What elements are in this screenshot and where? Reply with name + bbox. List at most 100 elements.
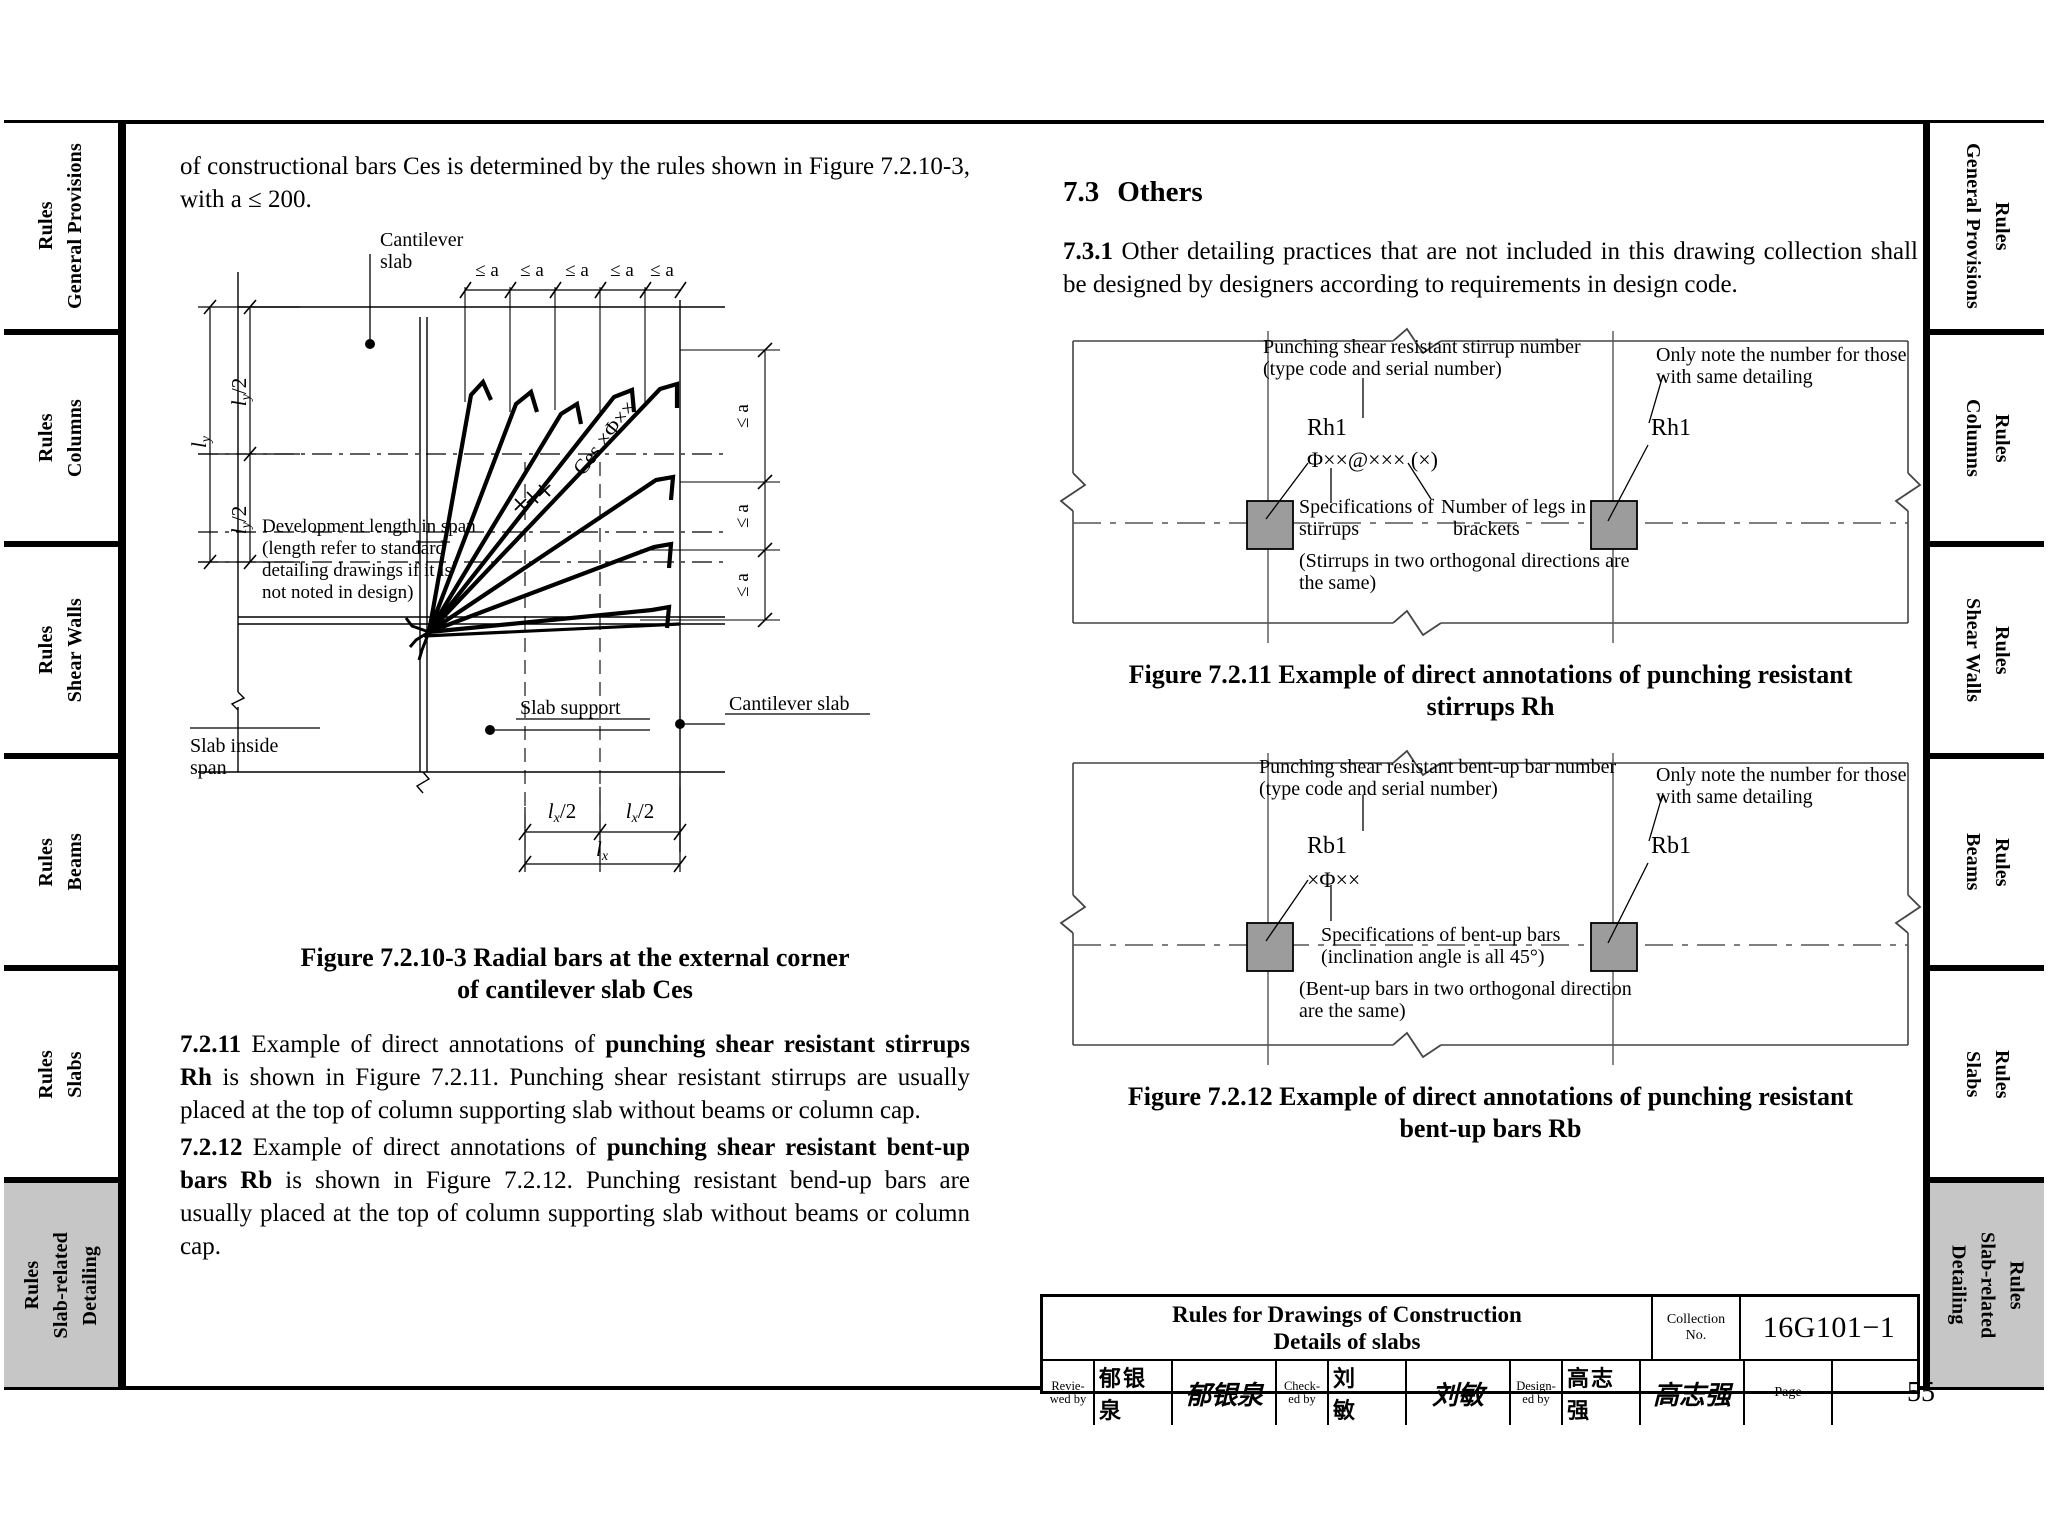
sidebar-item-columns-right[interactable]: Rules Columns [1926,332,2044,544]
dim-right-a-1: ≤ a [732,404,753,428]
checked-by-signature: 刘敏 [1407,1361,1511,1425]
note-top-line1: Punching shear resistant bent-up bar num… [1259,756,1616,778]
mark-right-rh1: Rh1 [1651,415,1691,441]
mark-left-rb1: Rb1 [1307,833,1347,859]
legs-label-line1: Number of legs in [1441,496,1586,518]
spec-label-line2: stirrups [1299,518,1359,540]
label-slab-inside-span-l2: span [190,757,227,779]
note-top-line1: Punching shear resistant stirrup number [1263,336,1581,358]
sidebar-item-general-provisions[interactable]: Rules General Provisions [4,120,122,332]
dim-le-a-5: ≤ a [650,260,674,281]
label-development-l3: detailing drawings if it is [262,560,452,581]
label-cantilever-slab-top-line2: slab [380,251,412,273]
note-right-line2: with same detailing [1656,786,1813,808]
leader-dot-cantilever-top [365,339,375,349]
spec-code: Φ××@××× (×) [1307,447,1438,472]
reviewed-by-name: 郁银泉 [1095,1361,1173,1425]
checked-by-label: Check- ed by [1277,1361,1329,1425]
title-block-signature-row: Revie- wed by 郁银泉 郁银泉 Check- ed by 刘 敏 刘… [1043,1361,1935,1425]
note-top-line2: (type code and serial number) [1263,358,1502,380]
sidebar-item-shear-walls[interactable]: Rules Shear Walls [4,544,122,756]
column-block-left [1246,922,1294,972]
paren-note-line2: are the same) [1299,1000,1406,1022]
collection-no-label: Collection No. [1653,1297,1741,1359]
spec-label-line2: (inclination angle is all 45°) [1321,946,1545,968]
leader-dot-cantilever-right [675,719,685,729]
figure-7-2-11-drawing: Punching shear resistant stirrup number … [1059,323,1922,653]
collection-no-value: 16G101−1 [1762,1311,1896,1344]
column-block-left [1246,500,1294,550]
tab-label: Rules Columns [1962,398,2013,478]
label-development-l2: (length refer to standard [262,538,446,559]
label-development-l1: Development length in span [262,516,476,537]
dim-lx-half-right: lx/2 [626,799,654,826]
dim-right-a-3: ≤ a [732,573,753,597]
label-slab-support: Slab support [520,697,621,719]
sidebar-item-slabs-right[interactable]: Rules Slabs [1926,968,2044,1180]
sidebar-item-slab-related-detailing[interactable]: Rules Slab-related Detailing [4,1180,122,1390]
sidebar-item-slabs[interactable]: Rules Slabs [4,968,122,1180]
paren-note-line2: the same) [1299,572,1376,594]
tab-label: Rules Slab-related Detailing [20,1231,101,1339]
sidebar-item-general-provisions-right[interactable]: Rules General Provisions [1926,120,2044,332]
right-tab-column: Rules General Provisions Rules Columns R… [1926,120,2044,1390]
tab-label: Rules Slabs [35,1049,86,1099]
tab-label: Rules General Provisions [35,142,86,309]
document-page: Rules General Provisions Rules Columns R… [0,0,2048,1518]
dim-le-a-2: ≤ a [520,260,544,281]
drawing-title: Rules for Drawings of Construction Detai… [1043,1297,1653,1359]
clause-7-2-12: 7.2.12 Example of direct annotations of … [180,1134,971,1260]
label-slab-inside-span-l1: Slab inside [190,735,278,757]
dim-le-a-3: ≤ a [565,260,589,281]
tab-label: Rules Columns [35,398,86,478]
left-text-column: of constructional bars Ces is determined… [180,150,970,1267]
right-text-column: 7.3 Others 7.3.1 Other detailing practice… [1059,150,1922,1145]
designed-by-signature: 高志强 [1641,1361,1745,1425]
designed-by-label: Design- ed by [1511,1361,1563,1425]
designed-by-name: 高志强 [1563,1361,1641,1425]
tab-label: Rules General Provisions [1962,142,2013,309]
spec-label-line1: Specifications of [1299,496,1434,518]
dim-ly-half-bottom: ly/2 [227,506,254,534]
tab-label: Rules Shear Walls [1962,597,2013,703]
paren-note-line1: (Stirrups in two orthogonal directions a… [1299,550,1630,572]
title-block-top-row: Rules for Drawings of Construction Detai… [1043,1297,1917,1361]
figure-7-2-11-caption: Figure 7.2.11 Example of direct annotati… [1128,660,1853,721]
tab-label: Rules Beams [1962,833,2013,891]
dim-lx: lx [596,837,609,864]
column-block-right [1590,500,1638,550]
note-right-line2: with same detailing [1656,366,1813,388]
reviewed-by-signature: 郁银泉 [1173,1361,1277,1425]
page-label: Page [1745,1361,1833,1425]
leader-dot-slab-support [485,725,495,735]
left-tab-column: Rules General Provisions Rules Columns R… [4,120,122,1390]
intro-paragraph: of constructional bars Ces is determined… [180,153,970,213]
spec-label-line1: Specifications of bent-up bars [1321,924,1561,946]
mark-left-rh1: Rh1 [1307,415,1347,441]
mark-right-rb1: Rb1 [1651,833,1691,859]
dim-right-a-2: ≤ a [732,504,753,528]
checked-by-name: 刘 敏 [1329,1361,1407,1425]
sidebar-item-shear-walls-right[interactable]: Rules Shear Walls [1926,544,2044,756]
sidebar-item-slab-related-detailing-right[interactable]: Rules Slab-related Detailing [1926,1180,2044,1390]
tab-label: Rules Slab-related Detailing [1947,1231,2028,1339]
paren-note-line1: (Bent-up bars in two orthogonal directio… [1299,978,1632,1000]
section-7-3-heading: 7.3 Others [1063,176,1203,208]
label-cantilever-slab-top-line1: Cantilever [380,229,464,251]
tab-label: Rules Slabs [1962,1049,2013,1099]
sidebar-item-beams-right[interactable]: Rules Beams [1926,756,2044,968]
tab-label: Rules Beams [35,833,86,891]
dim-le-a-4: ≤ a [610,260,634,281]
figure-7-2-10-3-drawing: ≤ a ≤ a ≤ a ≤ a ≤ a ly ly/2 ly/2 ≤ a ≤ a… [180,229,970,932]
page-value: 55 [1907,1377,1935,1408]
sidebar-item-beams[interactable]: Rules Beams [4,756,122,968]
note-right-line1: Only note the number for those [1656,764,1907,786]
dim-le-a-1: ≤ a [475,260,499,281]
dim-lx-half-left: lx/2 [548,799,576,826]
legs-label-line2: brackets [1453,518,1520,540]
sidebar-item-columns[interactable]: Rules Columns [4,332,122,544]
figure-7-2-12-caption: Figure 7.2.12 Example of direct annotati… [1127,1082,1854,1143]
dim-ly: ly [187,435,214,448]
note-right-line1: Only note the number for those [1656,344,1907,366]
figure-7-2-12-drawing: Punching shear resistant bent-up bar num… [1059,745,1922,1075]
